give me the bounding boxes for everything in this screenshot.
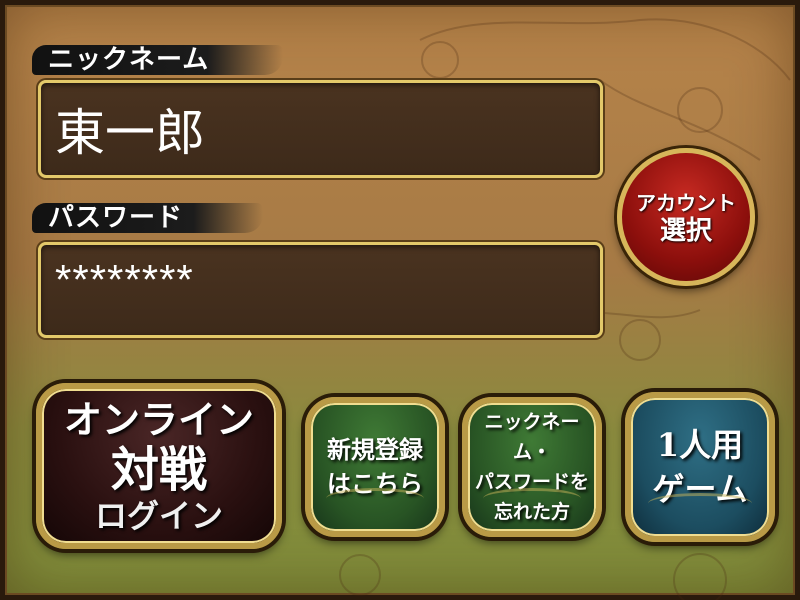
new-registration-button[interactable]: 新規登録 はこちら: [305, 397, 445, 537]
single-player-label-line1: 1人用: [656, 426, 744, 464]
wave-decoration: [647, 493, 753, 514]
battle-label: 対戦: [110, 442, 207, 498]
single-player-game-button[interactable]: 1人用 ゲーム: [625, 392, 775, 542]
register-label-line1: 新規登録: [327, 435, 423, 464]
account-select-label-line1: アカウント: [636, 191, 736, 215]
nickname-value: 東一郎: [55, 104, 205, 162]
password-value: ********: [55, 256, 194, 303]
account-select-button[interactable]: アカウント 選択: [617, 148, 755, 286]
forgot-credentials-button[interactable]: ニックネーム・ パスワードを 忘れた方: [462, 397, 602, 537]
online-label: オンライン: [63, 397, 254, 442]
forgot-label-line1: ニックネーム・: [484, 411, 580, 463]
online-battle-login-button[interactable]: オンライン 対戦 ログイン: [36, 383, 282, 549]
login-label: ログイン: [94, 497, 223, 535]
account-select-label-line2: 選択: [659, 216, 712, 246]
password-field[interactable]: ********: [38, 242, 603, 338]
wave-decoration: [326, 488, 424, 509]
wave-decoration: [483, 488, 581, 509]
nickname-field[interactable]: 東一郎: [38, 80, 603, 178]
nickname-label: ニックネーム: [32, 45, 283, 75]
